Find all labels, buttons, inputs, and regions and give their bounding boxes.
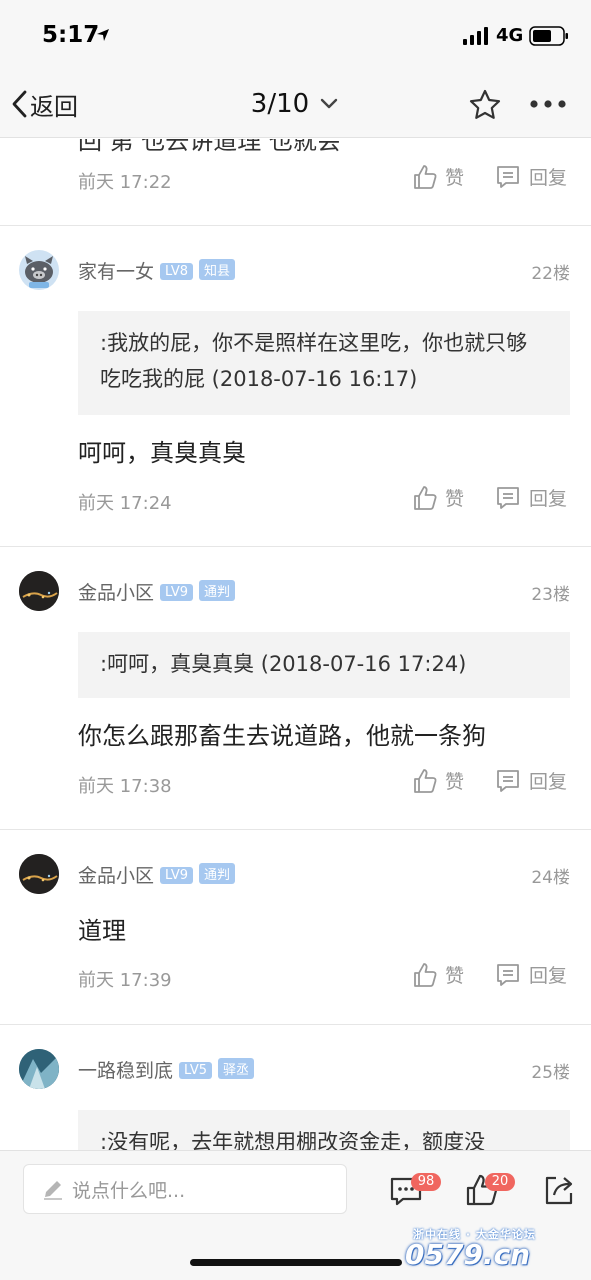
title-badge: 驿丞: [218, 1058, 255, 1079]
reply-feed[interactable]: 回 第 也去讲道理 也就会 前天 17:22 赞 回复 家有一女 LV8 知县 22…: [0, 139, 591, 1150]
night-city-avatar-icon: [19, 854, 59, 894]
like-button[interactable]: 赞: [413, 484, 464, 511]
quote-box[interactable]: :没有呢，去年就想用棚改资金走，额度没: [78, 1110, 570, 1150]
username[interactable]: 一路稳到底 LV5 驿丞: [78, 1056, 255, 1083]
username[interactable]: 金品小区 LV9 通判: [78, 861, 236, 888]
divider: [0, 829, 591, 830]
floor-number: 23楼: [531, 585, 570, 605]
more-icon[interactable]: [528, 94, 568, 114]
username[interactable]: 金品小区 LV9 通判: [78, 578, 236, 605]
share-icon[interactable]: [542, 1173, 576, 1207]
battery-icon: [529, 26, 568, 46]
thumbs-up-icon: [414, 485, 437, 510]
watermark-main-text: 0579.cn: [405, 1238, 531, 1271]
chevron-down-icon: [320, 98, 338, 109]
reply-button[interactable]: 回复: [495, 767, 567, 794]
comment-icon: [497, 769, 519, 792]
night-city-avatar-icon: [19, 571, 59, 611]
post-content: 你怎么跟那畜生去说道路，他就一条狗: [78, 722, 486, 750]
back-button[interactable]: 返回: [10, 84, 78, 124]
status-bar: 5:17 4G: [0, 0, 591, 70]
status-time: 5:17: [42, 22, 100, 48]
comment-icon: [497, 165, 519, 188]
page-selector[interactable]: 3/10: [230, 84, 360, 124]
landscape-avatar-icon: [19, 1049, 59, 1089]
back-label: 返回: [30, 92, 78, 121]
post-time: 前天 17:22: [78, 172, 172, 193]
level-badge: LV9: [160, 584, 193, 601]
post-content: 道理: [78, 917, 126, 945]
network-type: 4G: [496, 25, 524, 46]
level-badge: LV9: [160, 867, 193, 884]
reply-label: 回复: [529, 771, 568, 793]
avatar[interactable]: [19, 571, 59, 611]
comment-icon: [497, 963, 519, 986]
level-badge: LV8: [160, 263, 193, 280]
divider: [0, 1024, 591, 1025]
title-badge: 通判: [199, 863, 236, 884]
compose-input[interactable]: 说点什么吧...: [23, 1164, 347, 1214]
title-badge: 知县: [199, 259, 236, 280]
like-label: 赞: [445, 167, 465, 189]
pig-avatar-icon: [25, 256, 53, 288]
thumbs-up-icon: [414, 164, 437, 189]
post-time: 前天 17:24: [78, 493, 172, 514]
quote-box[interactable]: :呵呵，真臭真臭 (2018-07-16 17:24): [78, 632, 570, 698]
pencil-icon: [44, 1181, 62, 1200]
title-badge: 通判: [199, 580, 236, 601]
like-button[interactable]: 赞: [413, 961, 464, 988]
reply-label: 回复: [529, 488, 568, 510]
post-time: 前天 17:38: [78, 776, 172, 797]
like-count-badge: 20: [485, 1173, 515, 1191]
home-indicator: [190, 1259, 402, 1266]
partial-content-text: 回 第 也去讲道理 也就会: [78, 139, 341, 155]
like-label: 赞: [445, 488, 465, 510]
reply-label: 回复: [529, 167, 568, 189]
post-time: 前天 17:39: [78, 970, 172, 991]
comment-count-badge: 98: [411, 1173, 441, 1191]
like-button[interactable]: 赞: [413, 767, 464, 794]
like-button[interactable]: 赞: [413, 163, 464, 190]
site-watermark: 浙中在线 · 大金华论坛 0579.cn: [405, 1226, 585, 1271]
reply-button[interactable]: 回复: [495, 484, 567, 511]
reply-button[interactable]: 回复: [495, 163, 567, 190]
divider: [0, 546, 591, 547]
reply-label: 回复: [529, 965, 568, 987]
floor-number: 22楼: [531, 264, 570, 284]
nav-bar: 返回 3/10: [0, 70, 591, 138]
chevron-left-icon: [12, 90, 27, 118]
comment-icon: [497, 486, 519, 509]
bottom-bar: 说点什么吧... 98 20 浙中在线 · 大金华论坛 0579.cn: [0, 1150, 591, 1280]
reply-button[interactable]: 回复: [495, 961, 567, 988]
avatar[interactable]: [19, 250, 59, 290]
thumbs-up-icon: [414, 962, 437, 987]
floor-number: 24楼: [531, 868, 570, 888]
divider: [0, 225, 591, 226]
signal-icon: [463, 27, 488, 45]
thumbs-up-icon: [414, 768, 437, 793]
compose-placeholder: 说点什么吧...: [72, 1179, 186, 1202]
favorite-star-icon[interactable]: [468, 88, 502, 122]
username[interactable]: 家有一女 LV8 知县: [78, 257, 236, 284]
floor-number: 25楼: [531, 1063, 570, 1083]
like-label: 赞: [445, 771, 465, 793]
page-indicator: 3/10: [250, 89, 310, 119]
quote-box[interactable]: :我放的屁，你不是照样在这里吃，你也就只够吃吃我的屁 (2018-07-16 1…: [78, 311, 570, 415]
like-label: 赞: [445, 965, 465, 987]
post-content: 呵呵，真臭真臭: [78, 439, 246, 467]
avatar[interactable]: [19, 854, 59, 894]
level-badge: LV5: [179, 1062, 212, 1079]
location-arrow-icon: [97, 29, 109, 41]
avatar[interactable]: [19, 1049, 59, 1089]
